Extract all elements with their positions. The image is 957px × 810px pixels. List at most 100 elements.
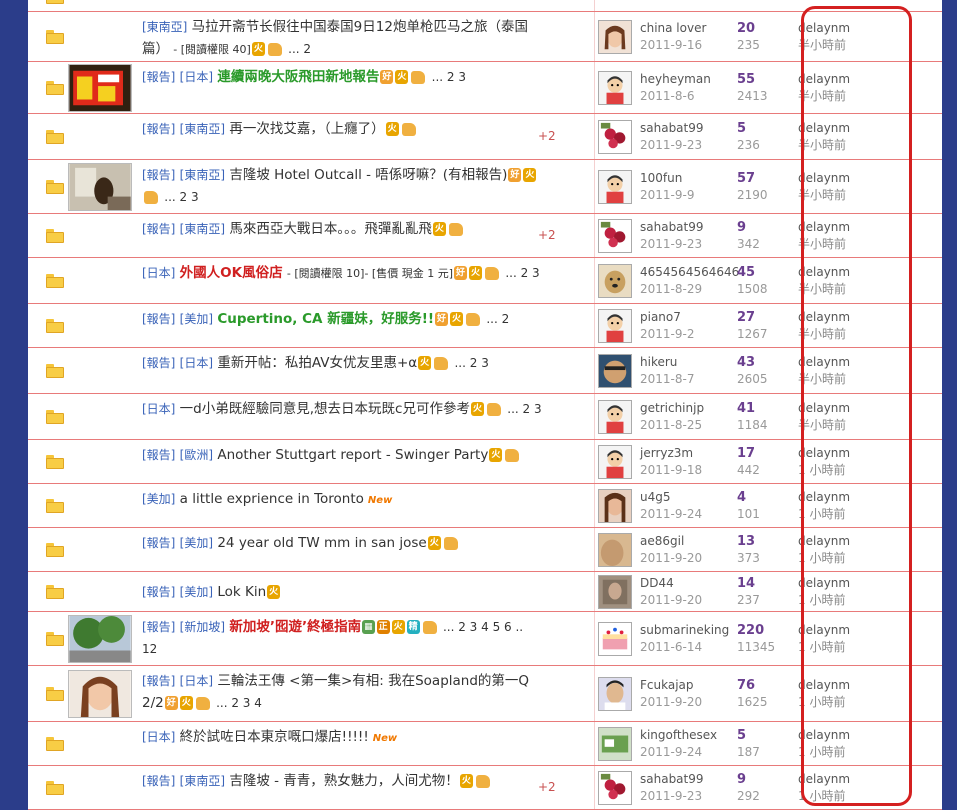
thread-category-tag[interactable]: [新加坡]: [180, 620, 225, 634]
thread-category-tag[interactable]: [東南亞]: [180, 168, 225, 182]
author-name-link[interactable]: getrichinjp: [640, 400, 704, 417]
author-avatar[interactable]: [598, 264, 632, 298]
page-links[interactable]: ... 2 3: [505, 266, 539, 280]
author-name-link[interactable]: sahabat99: [640, 219, 704, 236]
thread-title-link[interactable]: 一d小弟既經驗同意見,想去日本玩既c兄可作參考: [180, 401, 470, 417]
thread-title-link[interactable]: Cupertino, CA 新疆妹，好服务!!: [217, 311, 434, 327]
thread-title-link[interactable]: 連續兩晚大阪飛田新地報告: [217, 69, 379, 85]
thread-category-tag[interactable]: [美加]: [180, 585, 213, 599]
author-avatar[interactable]: [598, 771, 632, 805]
thread-thumbnail[interactable]: [68, 670, 132, 718]
thread-category-tag[interactable]: [報告]: [142, 312, 175, 326]
author-avatar[interactable]: [598, 219, 632, 253]
author-avatar[interactable]: [598, 20, 632, 54]
thread-subject: [報告] [日本] 三輪法王傳 <第一集>有相: 我在Soapland的第一Q …: [142, 670, 542, 714]
page-links[interactable]: ... 2 3: [432, 70, 466, 84]
thread-category-tag[interactable]: [報告]: [142, 448, 175, 462]
thread-category-tag[interactable]: [美加]: [142, 492, 175, 506]
page-links[interactable]: ... 2 3: [454, 356, 488, 370]
post-date: 2011-9-16: [640, 38, 703, 52]
author-name-link[interactable]: sahabat99: [640, 120, 704, 137]
author-avatar[interactable]: [598, 170, 632, 204]
thread-thumbnail[interactable]: [68, 163, 132, 211]
author-name-link[interactable]: 4654564564646: [640, 264, 739, 281]
page-links[interactable]: ... 2: [288, 42, 311, 56]
author-avatar[interactable]: [598, 354, 632, 388]
author-name-link[interactable]: jerryz3m: [640, 445, 702, 462]
thread-author: jerryz3m 2011-9-18: [640, 445, 702, 479]
author-name-link[interactable]: china lover: [640, 20, 706, 37]
author-name-link[interactable]: sahabat99: [640, 771, 704, 788]
thread-title-link[interactable]: Lok Kin: [217, 584, 266, 600]
thread-category-tag[interactable]: [報告]: [142, 585, 175, 599]
thread-category-tag[interactable]: [東南亞]: [180, 122, 225, 136]
thread-title-link[interactable]: a little exprience in Toronto: [180, 491, 364, 507]
thread-title-link[interactable]: 吉隆坡 Hotel Outcall - 唔係呀嘛？(有相報告): [229, 167, 507, 183]
thread-category-tag[interactable]: [報告]: [142, 620, 175, 634]
author-name-link[interactable]: DD44: [640, 575, 702, 592]
thread-category-tag[interactable]: [美加]: [180, 536, 213, 550]
author-name-link[interactable]: 100fun: [640, 170, 694, 187]
last-post-highlight-box: [801, 6, 912, 806]
thread-category-tag[interactable]: [報告]: [142, 168, 175, 182]
thread-title-link[interactable]: 再一次找艾嘉，（上癮了）: [229, 121, 384, 137]
author-name-link[interactable]: Fcukajap: [640, 677, 702, 694]
thread-title-link[interactable]: 吉隆坡 - 青青，熟女魅力，人间尤物！: [229, 773, 458, 789]
thread-category-tag[interactable]: [報告]: [142, 70, 175, 84]
folder-icon: [46, 585, 64, 599]
thread-title-link[interactable]: 終於試咗日本東京嘅口爆店!!!!!: [180, 729, 369, 745]
author-name-link[interactable]: submarineking: [640, 622, 729, 639]
author-avatar[interactable]: [598, 489, 632, 523]
thread-author: sahabat99 2011-9-23: [640, 219, 704, 253]
thread-title-link[interactable]: 新加坡’囮遊’終極指南: [229, 619, 361, 635]
thread-category-tag[interactable]: [日本]: [142, 402, 175, 416]
thread-category-tag[interactable]: [報告]: [142, 222, 175, 236]
thread-category-tag[interactable]: [報告]: [142, 122, 175, 136]
author-avatar[interactable]: [598, 677, 632, 711]
thread-title-link[interactable]: 重新开帖：私拍AV女优友里惠+α: [217, 355, 417, 371]
thread-title-link[interactable]: Another Stuttgart report - Swinger Party: [217, 447, 488, 463]
author-avatar[interactable]: [598, 400, 632, 434]
author-avatar[interactable]: [598, 445, 632, 479]
thread-category-tag[interactable]: [日本]: [142, 266, 175, 280]
author-avatar[interactable]: [598, 309, 632, 343]
thread-title-link[interactable]: 24 year old TW mm in san jose: [217, 535, 426, 551]
folder-icon: [46, 687, 64, 701]
author-avatar[interactable]: [598, 533, 632, 567]
thread-category-tag[interactable]: [東南亞]: [142, 20, 187, 34]
thread-category-tag[interactable]: [日本]: [180, 70, 213, 84]
author-avatar[interactable]: [598, 71, 632, 105]
thread-category-tag[interactable]: [東南亞]: [180, 774, 225, 788]
author-name-link[interactable]: piano7: [640, 309, 694, 326]
thread-author: Fcukajap 2011-9-20: [640, 677, 702, 711]
thread-category-tag[interactable]: [報告]: [142, 536, 175, 550]
thread-title-link[interactable]: 馬來西亞大戰日本。。。飛彈亂亂飛: [229, 221, 432, 237]
thread-category-tag[interactable]: [日本]: [180, 674, 213, 688]
author-avatar[interactable]: [598, 120, 632, 154]
thread-category-tag[interactable]: [報告]: [142, 356, 175, 370]
thread-category-tag[interactable]: [歐洲]: [180, 448, 213, 462]
thread-category-tag[interactable]: [日本]: [142, 730, 175, 744]
thread-thumbnail[interactable]: [68, 615, 132, 663]
author-avatar[interactable]: [598, 622, 632, 656]
page-links[interactable]: ... 2: [486, 312, 509, 326]
author-name-link[interactable]: ae86gil: [640, 533, 702, 550]
thread-category-tag[interactable]: [日本]: [180, 356, 213, 370]
page-links[interactable]: ... 2 3: [164, 190, 198, 204]
thread-title-link[interactable]: 外國人OK風俗店: [180, 265, 283, 281]
thread-category-tag[interactable]: [東南亞]: [180, 222, 225, 236]
thread-category-tag[interactable]: [美加]: [180, 312, 213, 326]
thread-thumbnail[interactable]: [68, 64, 132, 112]
page-links[interactable]: ... 2 3 4: [216, 696, 262, 710]
thread-category-tag[interactable]: [報告]: [142, 774, 175, 788]
img-badge-icon: ▦: [362, 620, 375, 634]
page-links[interactable]: ... 2 3: [507, 402, 541, 416]
author-avatar[interactable]: [598, 727, 632, 761]
author-name-link[interactable]: heyheyman: [640, 71, 711, 88]
thread-category-tag[interactable]: [報告]: [142, 674, 175, 688]
author-avatar[interactable]: [598, 575, 632, 609]
author-name-link[interactable]: hikeru: [640, 354, 694, 371]
author-name-link[interactable]: kingofthesex: [640, 727, 717, 744]
author-name-link[interactable]: u4g5: [640, 489, 702, 506]
post-date: 2011-9-20: [640, 593, 703, 607]
